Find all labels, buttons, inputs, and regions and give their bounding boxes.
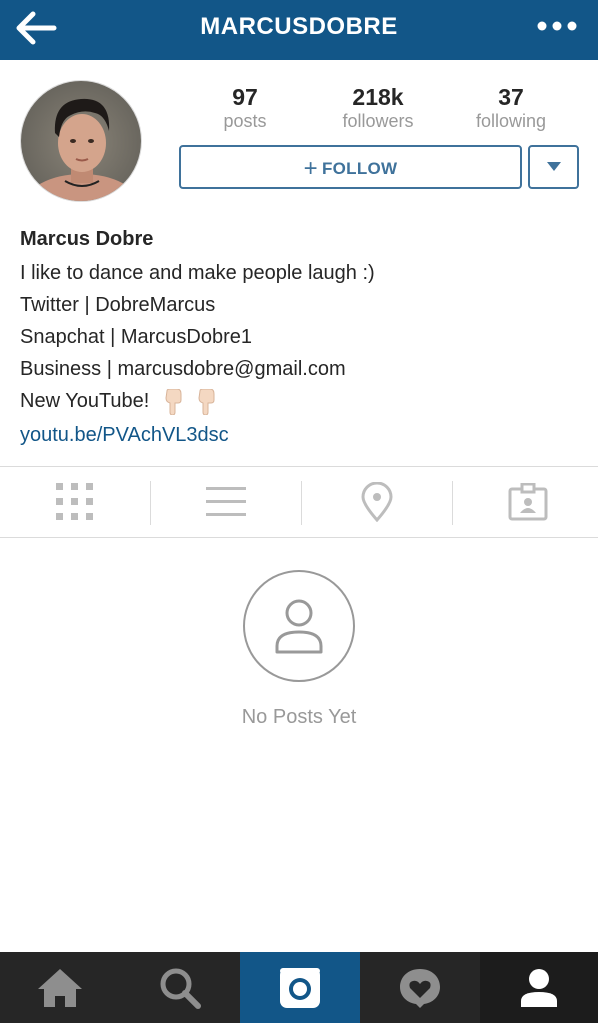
bio-line-business: Business | marcusdobre@gmail.com [20,358,346,380]
profile-bio: Marcus Dobre I like to dance and make pe… [20,225,590,451]
nav-activity[interactable] [360,952,480,1023]
following-label: following [475,111,547,131]
followers-count: 218k [352,84,404,110]
bio-line-twitter: Twitter | DobreMarcus [20,294,216,316]
profile-avatar[interactable] [20,80,142,202]
tab-grid-view[interactable] [0,467,150,537]
tab-list-view[interactable] [151,467,301,537]
follow-button-label: FOLLOW [321,159,398,178]
location-pin-icon [361,482,393,522]
bottom-navigation-bar [0,952,598,1023]
nav-search[interactable] [120,952,240,1023]
top-app-bar: MARCUSDOBRE [0,0,598,60]
profile-stats: 97 posts 218k followers 37 following [180,84,580,134]
search-icon [160,968,201,1009]
profile-username-title: MARCUSDOBRE [200,13,398,40]
empty-posts-icon-circle [243,570,355,682]
avatar-photo [21,81,141,201]
bio-line-tagline: I like to dance and make people laugh :) [20,262,375,284]
posts-label: posts [223,111,267,131]
nav-profile[interactable] [480,952,598,1023]
grid-icon [56,483,93,520]
bio-line-youtube: New YouTube! [20,385,590,417]
suggested-users-dropdown-button[interactable] [528,145,579,189]
tab-location-view[interactable] [302,467,452,537]
bio-website-link[interactable]: youtu.be/PVAchVL3dsc [20,419,590,451]
following-count: 37 [498,84,524,110]
follow-button[interactable]: + FOLLOW [179,145,522,189]
bio-line-youtube-text: New YouTube! [20,390,150,412]
followers-stat[interactable]: 218k followers [313,84,443,132]
full-name: Marcus Dobre [20,228,154,250]
tab-tagged-view[interactable] [453,467,598,537]
person-outline-icon [275,599,323,654]
profile-view-tabs [0,466,598,538]
profile-icon [521,968,557,1007]
home-icon [38,968,82,1007]
posts-stat[interactable]: 97 posts [180,84,310,132]
empty-state-message: No Posts Yet [241,706,357,728]
nav-home[interactable] [0,952,120,1023]
bio-line-snapchat: Snapchat | MarcusDobre1 [20,326,252,348]
following-stat[interactable]: 37 following [446,84,576,132]
pointing-down-emoji-icon [165,388,182,415]
camera-icon [280,967,320,1008]
followers-label: followers [342,111,414,131]
posts-count: 97 [232,84,258,110]
more-dots-icon [537,21,577,31]
more-options-button[interactable] [536,12,582,40]
nav-camera[interactable] [240,952,360,1023]
activity-icon [400,968,440,1008]
tagged-icon [508,483,548,521]
caret-down-icon [547,162,561,171]
list-icon [206,487,246,516]
pointing-down-emoji-icon [198,388,215,415]
plus-icon: + [303,155,318,182]
